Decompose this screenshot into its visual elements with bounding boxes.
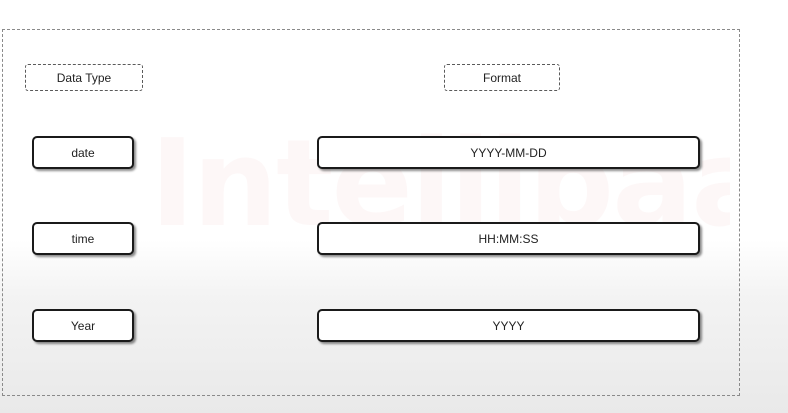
data-type-date: date bbox=[32, 136, 134, 169]
format-header: Format bbox=[444, 64, 560, 91]
format-time: HH:MM:SS bbox=[317, 222, 700, 255]
data-type-time: time bbox=[32, 222, 134, 255]
format-date: YYYY-MM-DD bbox=[317, 136, 700, 169]
data-type-header: Data Type bbox=[25, 64, 143, 91]
format-year: YYYY bbox=[317, 309, 700, 342]
data-type-year: Year bbox=[32, 309, 134, 342]
